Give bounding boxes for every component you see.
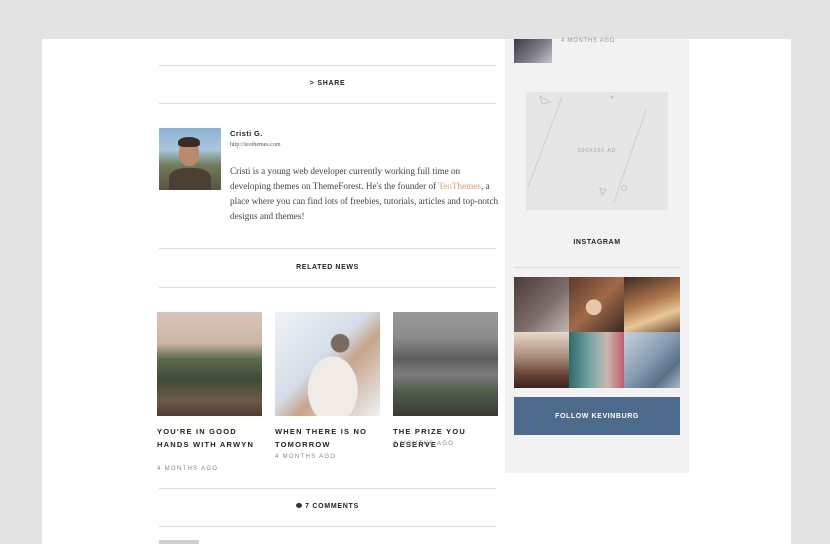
comments-count: 7 COMMENTS — [305, 503, 359, 510]
author-website-link[interactable]: http://teothemes.com — [230, 142, 281, 148]
sidebar-post-date: 4 MONTHS AGO — [561, 38, 616, 44]
divider — [514, 267, 680, 268]
divider — [159, 526, 496, 527]
instagram-grid — [514, 277, 680, 388]
forest-fog-image[interactable] — [157, 312, 262, 416]
comment-icon — [296, 502, 303, 508]
author-name: Cristi G. — [230, 129, 263, 138]
instagram-photo[interactable] — [569, 332, 624, 388]
instagram-photo[interactable] — [569, 277, 624, 332]
instagram-heading: INSTAGRAM — [573, 239, 621, 246]
related-news-title[interactable]: THE PRIZE YOU DESERVE — [393, 426, 503, 451]
teothemes-link[interactable]: TeoThemes — [438, 181, 481, 191]
related-news-item[interactable]: THE PRIZE YOU DESERVE 4 MONTHS AGO — [393, 312, 498, 449]
related-news-date: 4 MONTHS AGO — [157, 466, 219, 472]
instagram-photo[interactable] — [514, 277, 569, 332]
related-news-heading: RELATED NEWS — [296, 264, 359, 271]
share-label: SHARE — [317, 80, 346, 87]
instagram-photo[interactable] — [624, 332, 680, 388]
follow-instagram-button[interactable]: FOLLOW KEVINBURG — [514, 397, 680, 435]
divider — [159, 488, 496, 489]
ad-label: 300x250 AD — [577, 148, 617, 154]
divider — [159, 287, 496, 288]
ad-placeholder[interactable]: 300x250 AD — [526, 92, 668, 210]
woman-camera-image[interactable] — [275, 312, 380, 416]
divider — [159, 65, 496, 66]
related-news-item[interactable]: YOU'RE IN GOOD HANDS WITH ARWYN 4 MONTHS… — [157, 312, 262, 472]
instagram-photo[interactable] — [514, 332, 569, 388]
related-news-title[interactable]: YOU'RE IN GOOD HANDS WITH ARWYN — [157, 426, 267, 451]
divider — [159, 248, 496, 249]
comment-avatar — [159, 540, 199, 544]
share-icon: > — [309, 80, 315, 87]
share-button[interactable]: > SHARE — [159, 80, 496, 87]
related-news-item[interactable]: WHEN THERE IS NO TOMORROW 4 MONTHS AGO — [275, 312, 380, 460]
instagram-photo[interactable] — [624, 277, 680, 332]
divider — [159, 103, 496, 104]
city-skyline-image[interactable] — [393, 312, 498, 416]
author-bio: Cristi is a young web developer currentl… — [230, 166, 499, 221]
related-news-date: 4 MONTHS AGO — [393, 441, 455, 447]
related-news-date: 4 MONTHS AGO — [275, 454, 337, 460]
sidebar-post-thumbnail[interactable] — [514, 39, 552, 63]
comments-heading: 7 COMMENTS — [159, 502, 496, 510]
author-avatar — [159, 128, 221, 190]
related-news-title[interactable]: WHEN THERE IS NO TOMORROW — [275, 426, 385, 451]
